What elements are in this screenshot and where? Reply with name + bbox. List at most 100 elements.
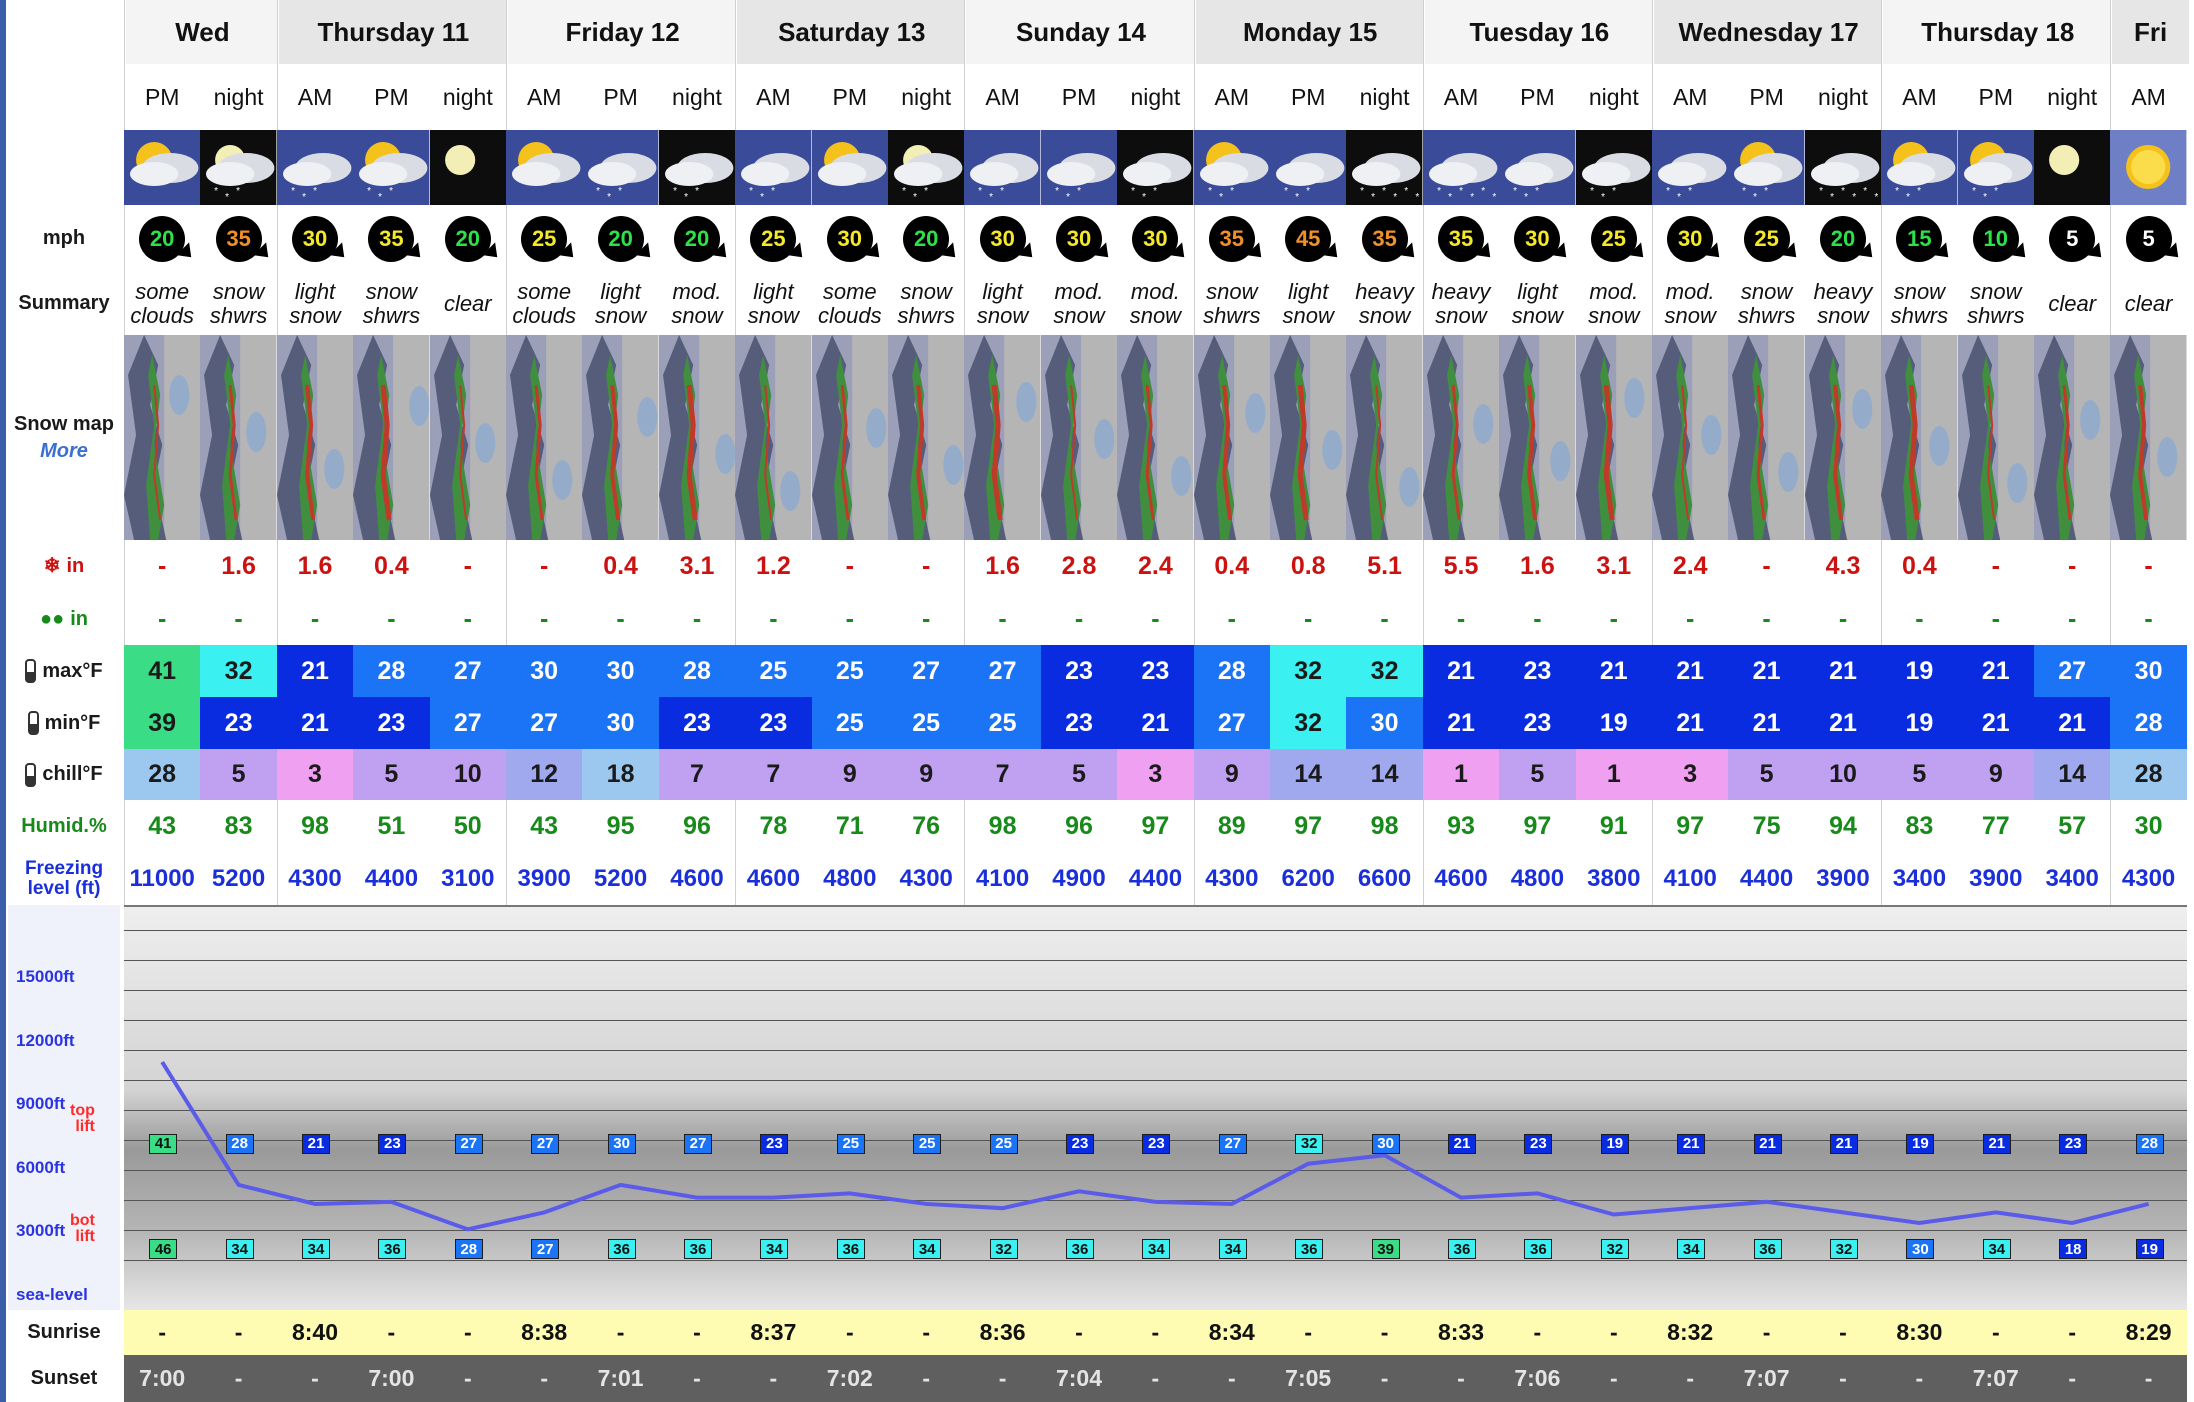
left-border — [0, 0, 6, 1402]
top-lift-temp: 27 — [684, 1133, 712, 1154]
snow-value: 3.1 — [1596, 552, 1632, 580]
night-snow-icon: * * * — [1117, 130, 1194, 205]
bottom-lift-temp: 36 — [684, 1239, 712, 1260]
sunrise-time: - — [200, 1310, 277, 1355]
unit-label: in — [70, 607, 88, 630]
snow-map-thumbnail[interactable] — [582, 335, 659, 540]
snow-cloud-icon: * * * — [964, 130, 1041, 205]
snow-map-thumbnail[interactable] — [124, 335, 201, 540]
humid-value: 97 — [1676, 812, 1705, 840]
snow-map-thumbnail[interactable] — [735, 335, 812, 540]
sunset-time: 7:07 — [1728, 1355, 1805, 1402]
snow-map-thumbnail[interactable] — [964, 335, 1041, 540]
day-header: Friday 12 — [506, 0, 738, 64]
min-value: 25 — [811, 697, 888, 749]
snow-map-thumbnail[interactable] — [2110, 335, 2187, 540]
snow-map-thumbnail[interactable] — [1957, 335, 2034, 540]
min-value: 27 — [1193, 697, 1270, 749]
svg-text:*: * — [1306, 186, 1310, 197]
weather-summary: snow shwrs — [1890, 279, 1949, 328]
freezing-value: 3900 — [1969, 865, 2023, 892]
svg-text:*: * — [367, 186, 371, 197]
max-value: 30 — [582, 645, 659, 697]
thermometer-icon — [25, 762, 37, 787]
snow-map-thumbnail[interactable] — [1117, 335, 1194, 540]
chill-value: 9 — [811, 749, 888, 800]
sunrise-time: - — [124, 1310, 201, 1355]
sun-snow-icon: * * * — [1881, 130, 1958, 205]
row-label-min: min°F — [8, 697, 120, 749]
svg-text:*: * — [1819, 186, 1823, 197]
freezing-value: 4600 — [1434, 865, 1488, 892]
svg-text:*: * — [684, 192, 688, 203]
snow-value: - — [2144, 552, 2153, 580]
snow-map-thumbnail[interactable] — [2034, 335, 2111, 540]
snow-map-thumbnail[interactable] — [1728, 335, 1805, 540]
top-lift-temp: 21 — [1677, 1133, 1706, 1154]
weather-summary: snow shwrs — [1203, 279, 1261, 328]
chill-value: 7 — [964, 749, 1041, 800]
snow-value: 3.1 — [679, 552, 715, 580]
humid-value: 43 — [148, 812, 177, 840]
snow-map-thumbnail[interactable] — [1040, 335, 1118, 540]
top-lift-temp: 28 — [225, 1133, 254, 1154]
snow-map-thumbnail[interactable] — [811, 335, 888, 540]
humid-value: 94 — [1829, 812, 1857, 840]
sunset-time: - — [1652, 1355, 1729, 1402]
unit-label: in — [66, 555, 85, 577]
snow-map-thumbnail[interactable] — [1193, 335, 1270, 540]
snow-value: - — [1762, 552, 1771, 580]
snow-map-thumbnail[interactable] — [1422, 335, 1500, 540]
freezing-value: 4300 — [1205, 865, 1259, 892]
top-lift-temp: 23 — [1066, 1133, 1094, 1154]
snow-cloud-icon: * * * — [735, 130, 812, 205]
row-label-snow: ❄ in — [8, 540, 120, 593]
svg-text:*: * — [1612, 186, 1616, 197]
snow-map-thumbnail[interactable] — [506, 335, 583, 540]
svg-text:*: * — [1142, 192, 1146, 203]
sunset-time: - — [964, 1355, 1041, 1402]
snow-map-more-link[interactable]: More — [40, 440, 88, 462]
svg-text:*: * — [608, 192, 612, 203]
sunrise-time: - — [353, 1310, 430, 1355]
min-value: 21 — [1957, 697, 2034, 749]
row-label-sunset: Sunset — [30, 1367, 98, 1389]
rain-value: - — [1838, 604, 1848, 633]
max-value: 32 — [1270, 645, 1347, 697]
svg-text:*: * — [1874, 192, 1878, 203]
weather-summary: some clouds — [817, 279, 882, 328]
snow-map-thumbnail[interactable] — [200, 335, 277, 540]
snow-map-thumbnail[interactable] — [658, 335, 736, 540]
snow-map-thumbnail[interactable] — [1499, 335, 1576, 540]
bottom-lift-temp: 39 — [1371, 1239, 1400, 1260]
row-label-max: max°F — [8, 645, 120, 697]
bottom-lift-label: bot lift — [70, 1212, 95, 1246]
snow-map-thumbnail[interactable] — [1652, 335, 1729, 540]
night-heavy-snow-icon: * * * * * * — [1346, 130, 1423, 205]
svg-text:*: * — [749, 186, 753, 197]
rain-value: - — [998, 604, 1007, 633]
snow-map-thumbnail[interactable] — [276, 335, 354, 540]
row-label-chill: chill°F — [8, 749, 120, 800]
night-heavy-snow-icon: * * * * * * — [1804, 130, 1882, 205]
top-lift-temp: 19 — [1600, 1133, 1629, 1154]
sunrise-time: 8:40 — [276, 1310, 354, 1355]
snow-map-thumbnail[interactable] — [1804, 335, 1882, 540]
snow-map-thumbnail[interactable] — [429, 335, 506, 540]
period-label: PM — [374, 83, 409, 110]
snow-map-thumbnail[interactable] — [1575, 335, 1652, 540]
sun-cloud-icon — [811, 130, 888, 205]
top-lift-temp: 27 — [531, 1133, 560, 1154]
row-label-summary: Summary — [18, 292, 110, 314]
freezing-value: 4900 — [1052, 865, 1106, 892]
sunrise-time: - — [429, 1310, 506, 1355]
svg-text:*: * — [1535, 186, 1539, 197]
bottom-lift-temp: 36 — [1448, 1239, 1476, 1260]
snow-map-thumbnail[interactable] — [1881, 335, 1958, 540]
svg-text:*: * — [1677, 192, 1681, 203]
snow-map-thumbnail[interactable] — [353, 335, 430, 540]
freezing-value: 4600 — [670, 865, 724, 892]
snow-map-thumbnail[interactable] — [888, 335, 965, 540]
snow-map-thumbnail[interactable] — [1270, 335, 1347, 540]
snow-map-thumbnail[interactable] — [1346, 335, 1423, 540]
